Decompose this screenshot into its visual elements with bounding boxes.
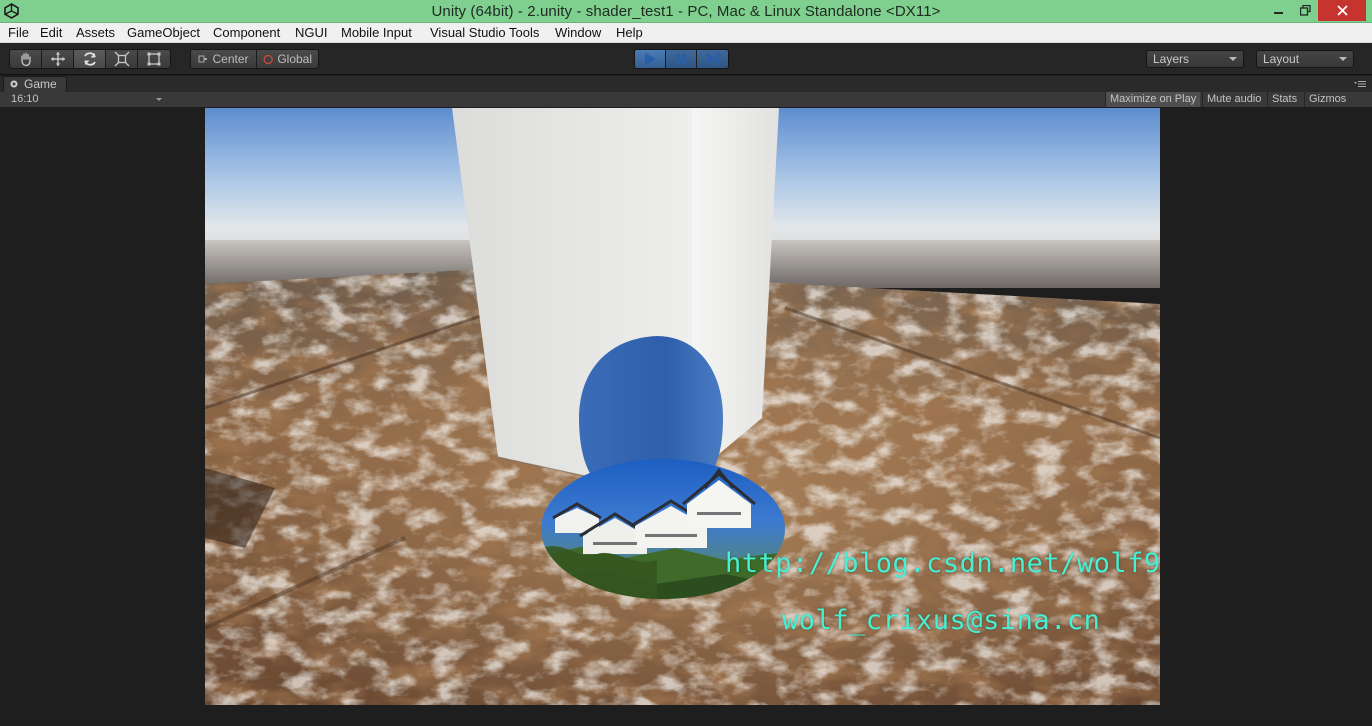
menu-visual-studio-tools[interactable]: Visual Studio Tools bbox=[428, 24, 541, 41]
menu-component[interactable]: Component bbox=[211, 24, 282, 41]
gizmos-dropdown[interactable]: Gizmos bbox=[1304, 92, 1360, 107]
status-strip bbox=[0, 705, 1372, 726]
stats-toggle[interactable]: Stats bbox=[1267, 92, 1301, 107]
mute-audio-toggle[interactable]: Mute audio bbox=[1202, 92, 1265, 107]
rect-tool-icon bbox=[147, 52, 161, 66]
global-icon bbox=[263, 54, 273, 64]
move-tool-button[interactable] bbox=[42, 50, 74, 68]
playback-controls bbox=[634, 49, 729, 69]
chevron-down-icon bbox=[1229, 57, 1237, 61]
layers-label: Layers bbox=[1153, 52, 1190, 66]
watermark-email: wolf_crixus@sina.cn bbox=[782, 605, 1101, 636]
hand-tool-icon bbox=[20, 52, 31, 67]
pivot-global-label: Global bbox=[277, 52, 312, 66]
window-title-bar: Unity (64bit) - 2.unity - shader_test1 -… bbox=[0, 0, 1372, 23]
restore-icon bbox=[1299, 4, 1311, 16]
close-button[interactable] bbox=[1318, 0, 1366, 21]
rotate-tool-button[interactable] bbox=[74, 50, 106, 68]
pivot-center-label: Center bbox=[212, 52, 249, 66]
minimize-button[interactable] bbox=[1266, 0, 1292, 20]
layout-dropdown[interactable]: Layout bbox=[1256, 50, 1354, 68]
aspect-ratio-dropdown[interactable]: 16:10 bbox=[0, 92, 166, 107]
chevron-down-icon bbox=[1339, 57, 1347, 61]
pause-icon bbox=[677, 54, 685, 64]
game-view-toolbar: 16:10 Maximize on Play Mute audio Stats … bbox=[0, 92, 1372, 108]
aspect-ratio-label: 16:10 bbox=[11, 93, 39, 105]
tab-game[interactable]: Game bbox=[3, 76, 67, 92]
menu-assets[interactable]: Assets bbox=[74, 24, 117, 41]
window-title: Unity (64bit) - 2.unity - shader_test1 -… bbox=[431, 3, 941, 20]
play-button[interactable] bbox=[635, 50, 666, 68]
menu-window[interactable]: Window bbox=[553, 24, 603, 41]
layout-label: Layout bbox=[1263, 52, 1300, 66]
step-button[interactable] bbox=[697, 50, 728, 68]
transform-tools bbox=[9, 49, 171, 69]
game-viewport[interactable]: http://blog.csdn.net/wolf96 wolf_crixus@… bbox=[205, 108, 1160, 705]
layers-dropdown[interactable]: Layers bbox=[1146, 50, 1244, 68]
rotate-tool-icon bbox=[83, 52, 96, 66]
rect-tool-button[interactable] bbox=[138, 50, 170, 68]
menu-bar: File Edit Assets GameObject Component NG… bbox=[0, 23, 1372, 43]
scale-tool-button[interactable] bbox=[106, 50, 138, 68]
pause-button[interactable] bbox=[666, 50, 697, 68]
close-icon bbox=[1336, 5, 1348, 16]
hand-tool-button[interactable] bbox=[10, 50, 42, 68]
pivot-global-button[interactable]: Global bbox=[257, 50, 318, 68]
panel-tab-strip: Game bbox=[0, 76, 1372, 92]
menu-ngui[interactable]: NGUI bbox=[293, 24, 330, 41]
play-icon bbox=[645, 53, 656, 65]
main-toolbar: Center Global Layers Layout bbox=[0, 43, 1372, 75]
chevron-down-icon bbox=[156, 98, 162, 101]
move-tool-icon bbox=[50, 52, 65, 66]
panel-menu-icon[interactable] bbox=[1354, 80, 1366, 88]
menu-edit[interactable]: Edit bbox=[38, 24, 64, 41]
scale-tool-icon bbox=[114, 51, 129, 67]
camera-icon bbox=[10, 80, 18, 88]
step-icon bbox=[706, 53, 719, 65]
restore-button[interactable] bbox=[1292, 0, 1318, 20]
menu-file[interactable]: File bbox=[6, 24, 31, 41]
gizmos-label: Gizmos bbox=[1309, 93, 1347, 105]
menu-gameobject[interactable]: GameObject bbox=[125, 24, 202, 41]
menu-mobile-input[interactable]: Mobile Input bbox=[339, 24, 414, 41]
minimize-icon bbox=[1274, 12, 1283, 14]
pivot-toggle-group: Center Global bbox=[190, 49, 319, 69]
watermark-url: http://blog.csdn.net/wolf96 bbox=[725, 548, 1160, 579]
maximize-on-play-toggle[interactable]: Maximize on Play bbox=[1105, 92, 1201, 107]
tab-game-label: Game bbox=[24, 77, 57, 91]
pivot-center-button[interactable]: Center bbox=[191, 50, 257, 68]
pivot-center-icon bbox=[198, 55, 208, 63]
menu-help[interactable]: Help bbox=[614, 24, 645, 41]
